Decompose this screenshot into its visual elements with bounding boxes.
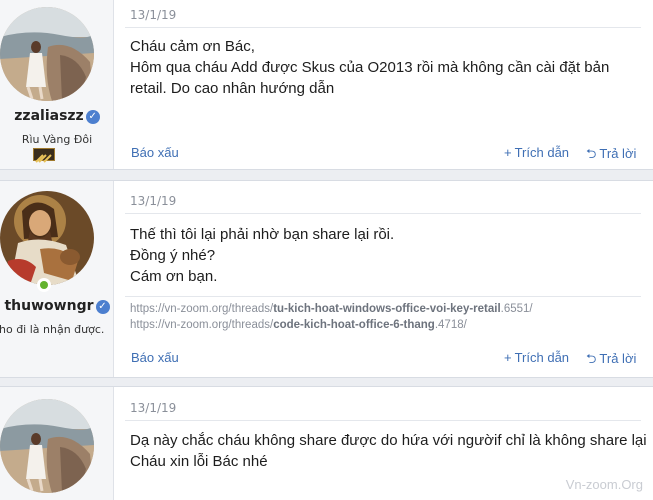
- avatar[interactable]: [0, 191, 94, 285]
- quote-button[interactable]: + Trích dẫn: [504, 350, 569, 365]
- post-text-line: Dạ này chắc cháu không share được do hứa…: [130, 432, 647, 449]
- post-date[interactable]: 13/1/19: [130, 8, 176, 22]
- user-cell: thuwowngr ✓ ho đi là nhận được.: [0, 181, 114, 377]
- divider: [125, 27, 641, 28]
- report-button[interactable]: Báo xấu: [131, 145, 179, 160]
- post-text-line: Đồng ý nhé?: [130, 247, 216, 264]
- username[interactable]: zzaliaszz ✓: [0, 108, 113, 124]
- online-status-icon: [37, 278, 51, 292]
- quote-label: Trích dẫn: [514, 145, 570, 160]
- watermark: Vn-zoom.Org: [565, 477, 643, 492]
- divider: [125, 213, 641, 214]
- username-text[interactable]: thuwowngr: [4, 298, 93, 314]
- verified-icon: ✓: [95, 300, 110, 314]
- user-cell: [0, 387, 114, 500]
- link-slug: tu-kich-hoat-windows-office-voi-key-reta…: [273, 303, 501, 315]
- signature-divider: [125, 296, 641, 297]
- reply-button[interactable]: ⮌ Trả lời: [586, 350, 636, 372]
- username-text[interactable]: zzaliaszz: [14, 108, 83, 124]
- link-suffix: .6551/: [500, 303, 533, 315]
- divider: [125, 420, 641, 421]
- report-button[interactable]: Báo xấu: [131, 350, 179, 365]
- signature-link[interactable]: https://vn-zoom.org/threads/tu-kich-hoat…: [130, 303, 533, 315]
- post-date[interactable]: 13/1/19: [130, 401, 176, 415]
- reply-label: Trả lời: [599, 351, 637, 366]
- quote-button[interactable]: + Trích dẫn: [504, 145, 569, 160]
- thread: zzaliaszz ✓ Rìu Vàng Đôi 13/1/19 Cháu cảm…: [0, 0, 653, 500]
- post-text-line: Cháu xin lỗi Bác nhé: [130, 453, 268, 470]
- post-content: 13/1/19 Cháu cảm ơn Bác, Hôm qua cháu Ad…: [115, 0, 641, 169]
- avatar[interactable]: [0, 399, 94, 493]
- verified-icon: ✓: [85, 110, 100, 124]
- post-content: 13/1/19 Dạ này chắc cháu không share đượ…: [115, 387, 647, 500]
- user-cell: zzaliaszz ✓ Rìu Vàng Đôi: [0, 0, 114, 169]
- link-slug: code-kich-hoat-office-6-thang: [273, 319, 435, 331]
- post-content: 13/1/19 Thế thì tôi lại phải nhờ bạn sha…: [115, 181, 641, 377]
- user-title: ho đi là nhận được.: [0, 323, 105, 336]
- link-prefix: https://vn-zoom.org/threads/: [130, 319, 274, 331]
- reply-button[interactable]: ⮌ Trả lời: [586, 145, 636, 167]
- post: zzaliaszz ✓ Rìu Vàng Đôi 13/1/19 Cháu cảm…: [0, 0, 653, 170]
- plus-icon: +: [504, 145, 512, 160]
- post: 13/1/19 Dạ này chắc cháu không share đượ…: [0, 386, 653, 500]
- post: thuwowngr ✓ ho đi là nhận được. 13/1/19 T…: [0, 180, 653, 378]
- reply-arrow-icon: ⮌: [586, 351, 597, 366]
- rank-badge-icon: [33, 148, 55, 163]
- link-prefix: https://vn-zoom.org/threads/: [130, 303, 274, 315]
- post-text-line: retail. Do cao nhân hướng dẫn: [130, 80, 335, 97]
- post-text-line: Hôm qua cháu Add được Skus của O2013 rồi…: [130, 59, 610, 76]
- post-date[interactable]: 13/1/19: [130, 194, 176, 208]
- quote-label: Trích dẫn: [514, 350, 570, 365]
- avatar[interactable]: [0, 7, 94, 101]
- post-text-line: Thế thì tôi lại phải nhờ bạn share lại r…: [130, 226, 395, 243]
- reply-arrow-icon: ⮌: [586, 146, 597, 161]
- signature-link[interactable]: https://vn-zoom.org/threads/code-kich-ho…: [130, 319, 467, 331]
- post-text-line: Cám ơn bạn.: [130, 268, 218, 285]
- plus-icon: +: [504, 350, 512, 365]
- link-suffix: .4718/: [434, 319, 467, 331]
- reply-label: Trả lời: [599, 146, 637, 161]
- user-title: Rìu Vàng Đôi: [21, 133, 93, 146]
- username[interactable]: thuwowngr ✓: [0, 298, 113, 314]
- post-text-line: Cháu cảm ơn Bác,: [130, 38, 255, 55]
